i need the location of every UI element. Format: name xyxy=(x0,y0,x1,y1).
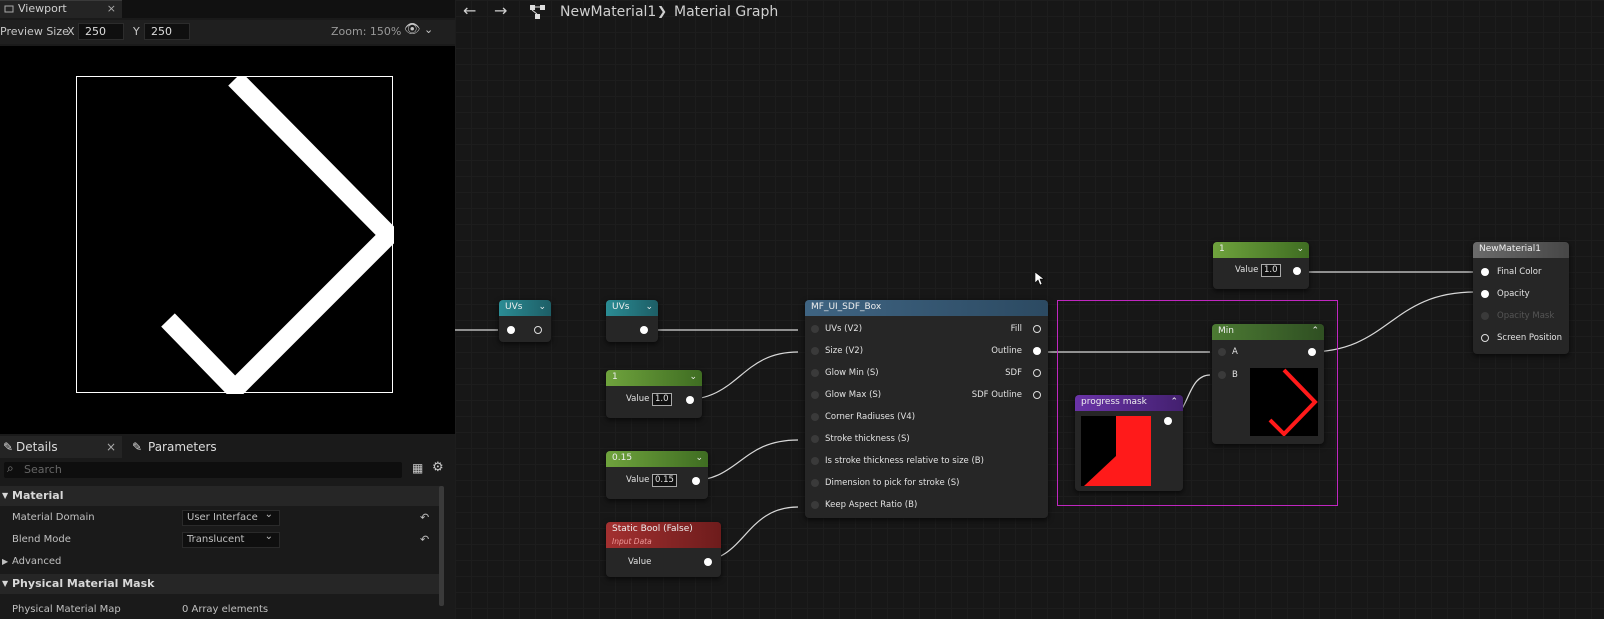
output-pin[interactable] xyxy=(1033,347,1041,355)
input-label: UVs (V2) xyxy=(825,324,863,334)
mouse-cursor-icon xyxy=(1035,272,1045,286)
output-pin[interactable] xyxy=(704,558,712,566)
pin-label-a: A xyxy=(1232,347,1238,357)
node-header[interactable]: MF_UI_SDF_Box xyxy=(805,300,1048,316)
sdf-box-function-node[interactable]: MF_UI_SDF_Box UVs (V2) Size (V2) Glow Mi… xyxy=(805,300,1048,518)
input-pin[interactable] xyxy=(811,479,819,487)
input-label: Size (V2) xyxy=(825,346,864,356)
value-label: Value xyxy=(1235,265,1259,275)
node-header[interactable]: Min ⌃ xyxy=(1212,324,1324,340)
input-pin-b[interactable] xyxy=(1218,371,1226,379)
output-label: SDF Outline xyxy=(971,390,1022,400)
constant-node[interactable]: 1 ⌄ Value 1.0 xyxy=(606,370,702,418)
min-node[interactable]: Min ⌃ A B xyxy=(1212,324,1324,444)
node-header[interactable]: 0.15 ⌄ xyxy=(606,451,708,467)
input-pin[interactable] xyxy=(811,391,819,399)
chevron-up-icon[interactable]: ⌃ xyxy=(1311,324,1319,339)
chevron-down-icon[interactable]: ⌄ xyxy=(695,451,703,466)
input-label: Keep Aspect Ratio (B) xyxy=(825,500,918,510)
node-title: Static Bool (False) xyxy=(612,524,693,534)
output-pin[interactable] xyxy=(692,477,700,485)
min-preview xyxy=(1250,368,1318,436)
node-header[interactable]: 1 ⌄ xyxy=(606,370,702,386)
output-pin[interactable] xyxy=(534,326,542,334)
value-label: Value xyxy=(626,475,650,485)
node-title: 0.15 xyxy=(612,453,633,463)
output-pin[interactable] xyxy=(640,326,648,334)
input-label: Stroke thickness (S) xyxy=(825,434,910,444)
value-field[interactable]: 1.0 xyxy=(1261,264,1281,277)
input-pin[interactable] xyxy=(811,413,819,421)
output-pin[interactable] xyxy=(686,396,694,404)
node-title: 1 xyxy=(612,372,618,382)
output-label: SDF xyxy=(1005,368,1022,378)
node-header[interactable]: NewMaterial1 xyxy=(1473,242,1569,258)
output-label: Fill xyxy=(1010,324,1022,334)
node-subtitle: Input Data xyxy=(612,537,652,546)
node-title: Min xyxy=(1218,326,1234,336)
uvs-node[interactable]: UVs ⌄ xyxy=(499,300,551,342)
input-label: Dimension to pick for stroke (S) xyxy=(825,478,960,488)
material-result-node[interactable]: NewMaterial1 Final Color Opacity Opacity… xyxy=(1473,242,1569,354)
output-pin[interactable] xyxy=(1293,267,1301,275)
node-header[interactable]: Static Bool (False) Input Data xyxy=(606,522,721,548)
input-label: Screen Position xyxy=(1497,333,1563,343)
output-pin[interactable] xyxy=(1033,391,1041,399)
output-pin[interactable] xyxy=(1164,417,1172,425)
node-title: NewMaterial1 xyxy=(1479,244,1541,254)
chevron-up-icon[interactable]: ⌃ xyxy=(1170,395,1178,410)
input-pin[interactable] xyxy=(811,369,819,377)
input-pin[interactable] xyxy=(1481,268,1489,276)
input-pin[interactable] xyxy=(1481,290,1489,298)
input-label: Corner Radiuses (V4) xyxy=(825,412,916,422)
node-header[interactable]: UVs ⌄ xyxy=(606,300,658,316)
input-label: Is stroke thickness relative to size (B) xyxy=(825,456,984,466)
input-pin[interactable] xyxy=(811,347,819,355)
node-title: progress mask xyxy=(1081,397,1147,407)
progress-mask-node[interactable]: progress mask ⌃ xyxy=(1075,395,1183,491)
pin-label-b: B xyxy=(1232,370,1238,380)
input-label: Glow Max (S) xyxy=(825,390,882,400)
output-pin[interactable] xyxy=(1033,325,1041,333)
input-pin[interactable] xyxy=(811,435,819,443)
node-header[interactable]: progress mask ⌃ xyxy=(1075,395,1183,411)
chevron-down-icon[interactable]: ⌄ xyxy=(1296,242,1304,257)
node-title: MF_UI_SDF_Box xyxy=(811,302,882,312)
uvs-node[interactable]: UVs ⌄ xyxy=(606,300,658,342)
value-field[interactable]: 0.15 xyxy=(652,474,677,487)
node-title: UVs xyxy=(612,302,630,312)
input-label: Final Color xyxy=(1497,267,1542,277)
output-pin[interactable] xyxy=(1308,348,1316,356)
input-pin xyxy=(1481,312,1489,320)
node-header[interactable]: UVs ⌄ xyxy=(499,300,551,316)
node-title: UVs xyxy=(505,302,523,312)
input-pin[interactable] xyxy=(811,457,819,465)
value-field[interactable]: 1.0 xyxy=(652,393,672,406)
value-label: Value xyxy=(628,557,652,567)
chevron-down-icon[interactable]: ⌄ xyxy=(689,370,697,385)
constant-node[interactable]: 0.15 ⌄ Value 0.15 xyxy=(606,451,708,499)
input-pin[interactable] xyxy=(811,325,819,333)
chevron-down-icon[interactable]: ⌄ xyxy=(538,300,546,315)
input-pin-a[interactable] xyxy=(1218,348,1226,356)
node-header[interactable]: 1 ⌄ xyxy=(1213,242,1309,258)
input-pin[interactable] xyxy=(507,326,515,334)
input-label: Opacity Mask xyxy=(1497,311,1555,321)
input-pin[interactable] xyxy=(1481,334,1489,342)
node-title: 1 xyxy=(1219,244,1225,254)
chevron-down-icon[interactable]: ⌄ xyxy=(645,300,653,315)
graph-wires xyxy=(455,271,1476,562)
output-label: Outline xyxy=(991,346,1022,356)
value-label: Value xyxy=(626,394,650,404)
input-label: Glow Min (S) xyxy=(825,368,879,378)
static-bool-node[interactable]: Static Bool (False) Input Data Value xyxy=(606,522,721,577)
output-pin[interactable] xyxy=(1033,369,1041,377)
constant-node[interactable]: 1 ⌄ Value 1.0 xyxy=(1213,242,1309,289)
progress-mask-preview xyxy=(1081,416,1151,486)
input-label: Opacity xyxy=(1497,289,1530,299)
input-pin[interactable] xyxy=(811,501,819,509)
